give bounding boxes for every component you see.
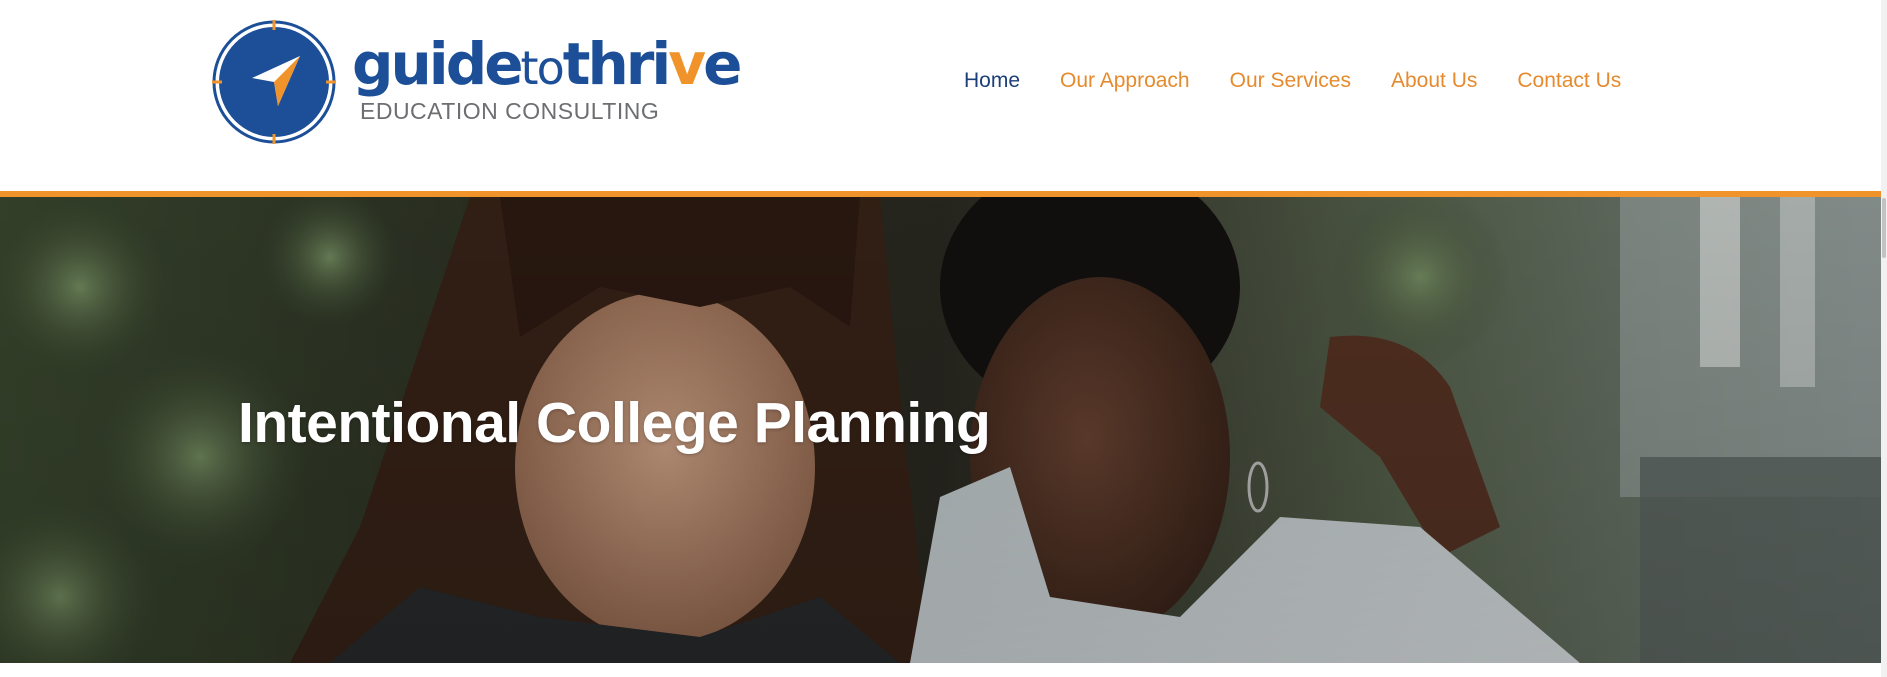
scrollbar-thumb[interactable]	[1882, 198, 1886, 258]
nav-item-our-approach[interactable]: Our Approach	[1060, 69, 1190, 93]
hero-title: Intentional College Planning	[238, 391, 991, 456]
nav-item-home[interactable]: Home	[964, 69, 1020, 93]
hero-banner: Intentional College Planning	[0, 197, 1881, 663]
nav-item-contact-us[interactable]: Contact Us	[1517, 69, 1621, 93]
logo-tagline: EDUCATION CONSULTING	[360, 98, 660, 124]
logo-word-to: to	[520, 41, 565, 95]
logo-word-thri: thri	[562, 30, 672, 98]
compass-logo-icon	[212, 20, 336, 144]
nav-item-about-us[interactable]: About Us	[1391, 69, 1477, 93]
logo-wordmark: guidetothrive	[352, 34, 742, 95]
site-logo[interactable]: guidetothrive EDUCATION CONSULTING	[212, 20, 742, 144]
main-nav: Home Our Approach Our Services About Us …	[964, 66, 1621, 96]
nav-item-our-services[interactable]: Our Services	[1230, 69, 1351, 93]
page-scrollbar[interactable]	[1881, 0, 1887, 677]
page: guidetothrive EDUCATION CONSULTING Home …	[0, 0, 1887, 677]
site-header: guidetothrive EDUCATION CONSULTING Home …	[0, 0, 1881, 192]
logo-word-v: v	[668, 30, 706, 98]
logo-word-guide: guide	[352, 30, 524, 98]
logo-word-e: e	[703, 30, 742, 98]
